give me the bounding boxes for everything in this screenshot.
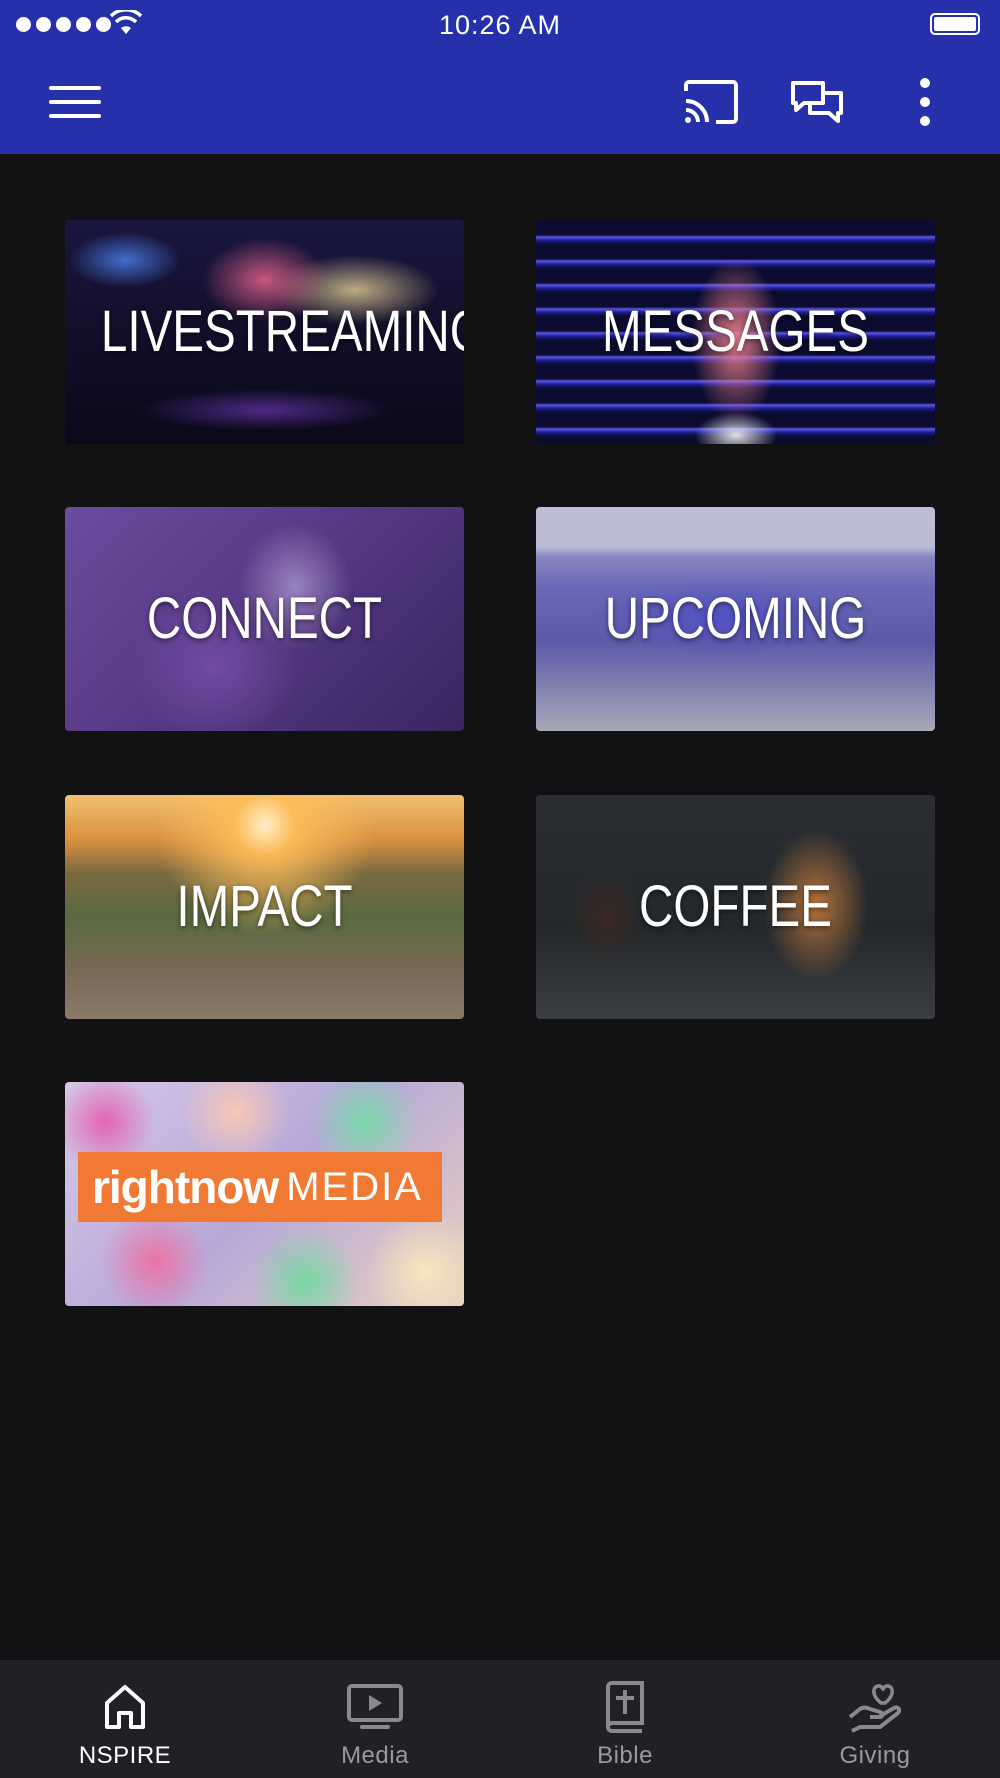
logo-word-media: MEDIA [286,1164,423,1209]
nav-item-giving[interactable]: Giving [750,1660,1000,1778]
menu-button[interactable] [40,72,110,132]
more-vert-icon [920,78,930,126]
nav-item-nspire[interactable]: NSPIRE [0,1660,250,1778]
tile-label: UPCOMING [604,586,867,651]
status-bar: 10:26 AM [0,0,1000,50]
tile-label: IMPACT [176,874,353,939]
tile-connect[interactable]: CONNECT [65,507,464,731]
nav-label: Bible [597,1742,653,1769]
rightnow-media-logo: rightnow MEDIA [78,1152,442,1222]
tile-label: MESSAGES [602,299,869,364]
menu-icon [49,86,101,118]
cast-button[interactable] [676,72,746,132]
home-icon [105,1685,145,1729]
status-time: 10:26 AM [438,10,562,40]
bible-icon [606,1681,644,1733]
tile-label: COFFEE [639,874,832,939]
bottom-navigation: NSPIRE Media Bible Giving [0,1660,1000,1778]
battery-icon [930,13,980,35]
tile-impact[interactable]: IMPACT [65,795,464,1019]
logo-word-rightnow: rightnow [92,1161,279,1213]
tile-messages[interactable]: MESSAGES [536,220,935,444]
tile-rightnow-media[interactable]: rightnow MEDIA [65,1082,464,1306]
tile-label: CONNECT [146,586,383,651]
more-options-button[interactable] [900,72,950,132]
nav-item-media[interactable]: Media [250,1660,500,1778]
app-bar [0,50,1000,154]
nav-label: Giving [839,1742,911,1769]
tile-label: LIVESTREAMING [100,299,464,364]
tile-livestreaming[interactable]: LIVESTREAMING [65,220,464,444]
tile-coffee[interactable]: COFFEE [536,795,935,1019]
giving-hand-heart-icon [848,1684,902,1733]
nav-label: NSPIRE [78,1742,172,1769]
chat-button[interactable] [782,72,852,132]
chat-icon [791,81,843,123]
nav-label: Media [341,1742,409,1769]
media-player-icon [347,1684,403,1729]
tile-upcoming[interactable]: UPCOMING [536,507,935,731]
cast-icon [684,80,738,124]
nav-item-bible[interactable]: Bible [500,1660,750,1778]
